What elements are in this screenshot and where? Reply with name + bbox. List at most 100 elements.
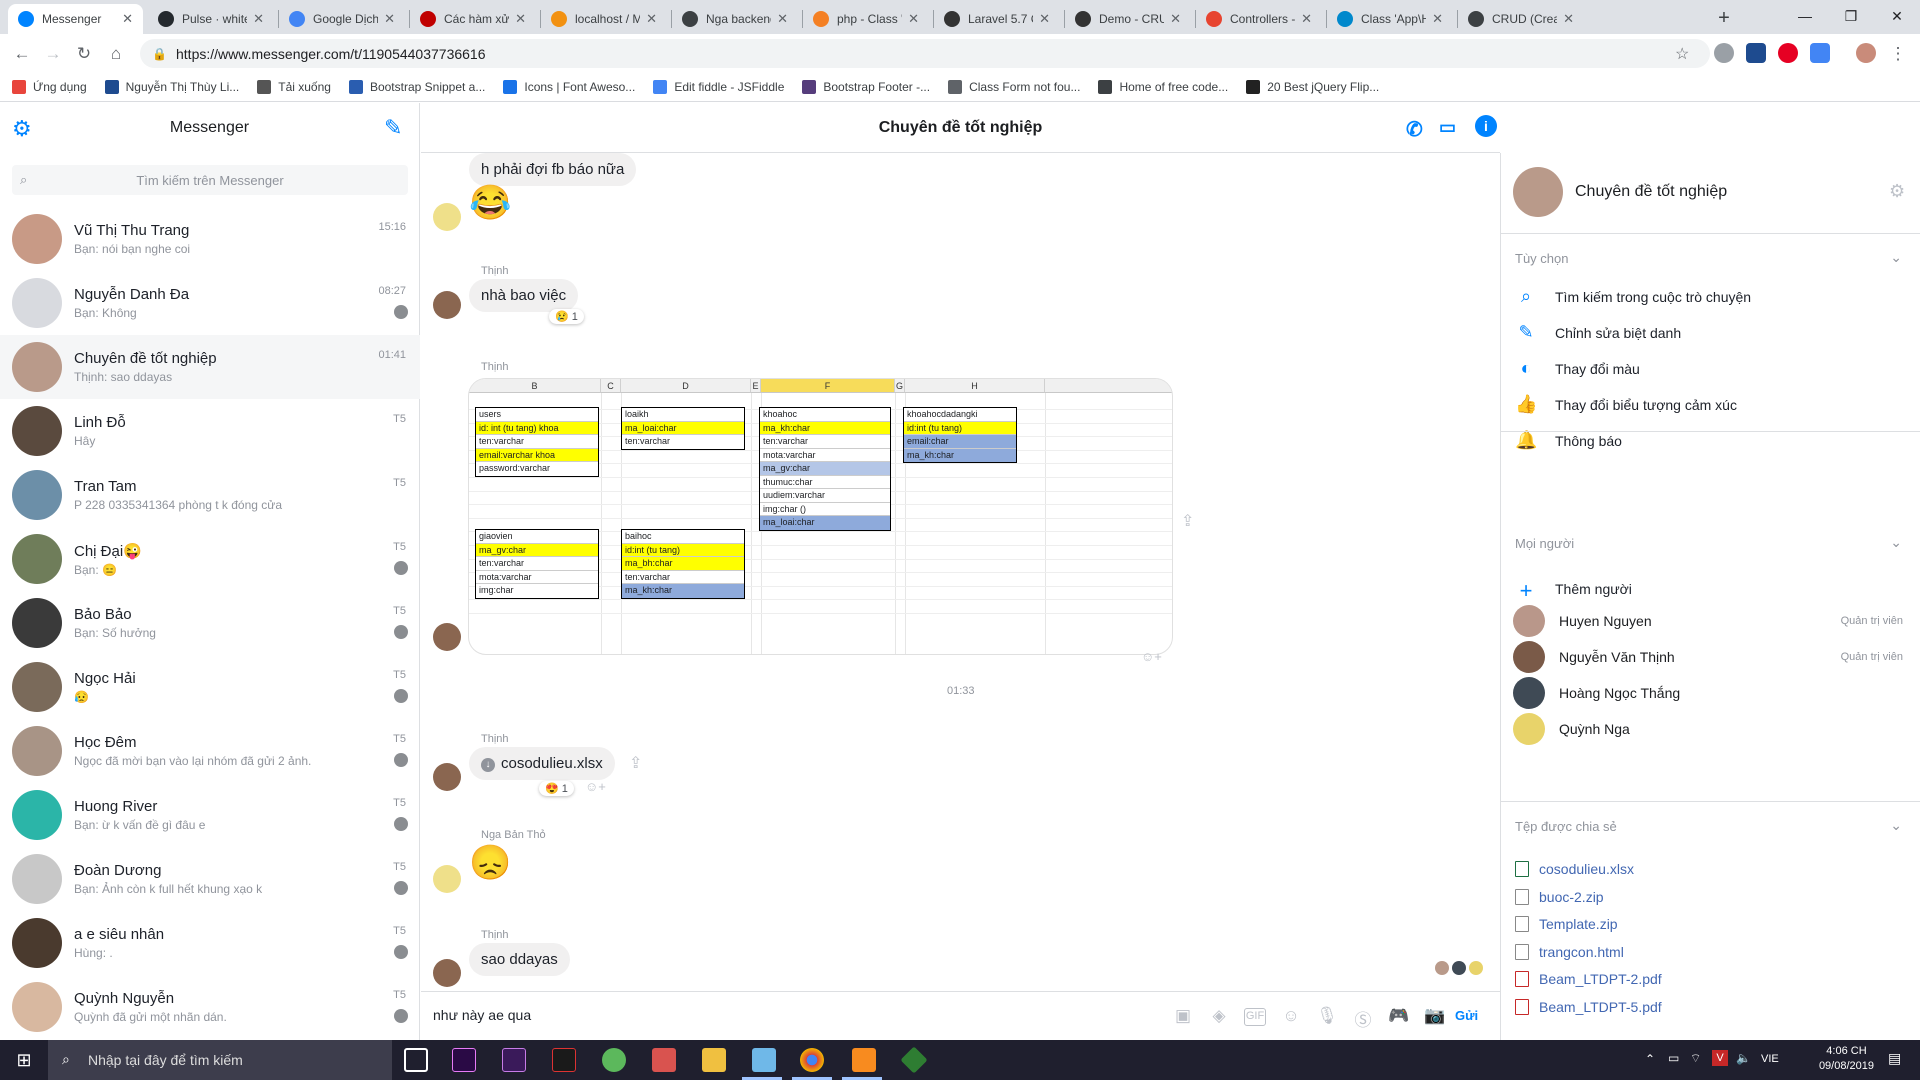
bookmark-link[interactable]: Ứng dụng xyxy=(12,79,87,94)
settings-gear-icon[interactable]: ⚙ xyxy=(12,116,36,141)
conversation-item[interactable]: Tran Tam P 228 0335341364 phòng t k đóng … xyxy=(0,463,420,527)
info-icon[interactable]: i xyxy=(1475,115,1497,137)
tab-close-icon[interactable]: ✕ xyxy=(1170,11,1181,27)
tab-close-icon[interactable]: ✕ xyxy=(1563,11,1574,27)
browser-menu-icon[interactable]: ⋮ xyxy=(1886,42,1910,66)
browser-tab[interactable]: Nga backend ✕ xyxy=(672,4,798,34)
chrome-icon[interactable] xyxy=(800,1048,824,1072)
conversation-item[interactable]: Linh Đỗ Hây T5 xyxy=(0,399,420,463)
add-reaction-icon[interactable]: ☺+ xyxy=(1141,649,1162,664)
payment-icon[interactable]: Ⓢ xyxy=(1352,1006,1374,1030)
browser-tab[interactable]: Google Dịch ✕ xyxy=(279,4,405,34)
sender-avatar[interactable] xyxy=(433,203,461,231)
conversation-item[interactable]: Chuyên đề tốt nghiệp Thịnh: sao ddayas 01:… xyxy=(0,335,420,399)
conversation-item[interactable]: Vũ Thị Thu Trang Bạn: nói bạn nghe coi 15:… xyxy=(0,207,420,271)
option-item[interactable]: ✎ Chỉnh sửa biệt danh xyxy=(1515,322,1681,344)
option-item[interactable]: ◐ Thay đổi màu xyxy=(1515,358,1640,380)
maximize-button[interactable]: ❐ xyxy=(1828,0,1874,32)
share-icon[interactable]: ⇪ xyxy=(629,753,642,773)
group-settings-gear-icon[interactable]: ⚙ xyxy=(1889,181,1905,202)
message-composer[interactable]: như này ae qua ▣ ◈ GIF ☺ 🎙 Ⓢ 🎮 📷 Gửi xyxy=(421,991,1500,1040)
bookmark-link[interactable]: Bootstrap Snippet a... xyxy=(348,79,485,94)
bookmark-star-icon[interactable]: ☆ xyxy=(1675,44,1689,64)
emoji-message[interactable]: 😂 xyxy=(469,183,511,223)
language-indicator[interactable]: VIE xyxy=(1761,1053,1779,1065)
send-button[interactable]: Gửi xyxy=(1455,1008,1478,1023)
file-attachment[interactable]: ↓ cosodulieu.xlsx xyxy=(469,747,615,780)
member-item[interactable]: Hoàng Ngọc Thắng xyxy=(1513,677,1913,709)
phpstorm-icon[interactable] xyxy=(502,1048,526,1072)
option-item[interactable]: ⌕ Tìm kiếm trong cuộc trò chuyện xyxy=(1515,286,1751,308)
chevron-down-icon[interactable]: ⌄ xyxy=(1890,249,1902,266)
bookmark-link[interactable]: Tải xuống xyxy=(257,79,331,94)
minimize-button[interactable]: — xyxy=(1782,0,1828,32)
browser-tab[interactable]: Class 'App\Htt ✕ xyxy=(1327,4,1453,34)
emoji-icon[interactable]: ☺ xyxy=(1280,1006,1302,1028)
bookmark-link[interactable]: Class Form not fou... xyxy=(948,79,1080,94)
reload-icon[interactable]: ↻ xyxy=(72,42,96,66)
spreadsheet-image[interactable]: B C D E F G Husers id: int (tu tang) khoa ten:va… xyxy=(468,378,1173,655)
conversation-item[interactable]: Nguyễn Danh Đa Bạn: Không 08:27 xyxy=(0,271,420,335)
browser-tab[interactable]: Messenger ✕ xyxy=(8,4,143,34)
shared-file-link[interactable]: buoc-2.zip xyxy=(1515,888,1604,905)
url-input[interactable]: https://www.messenger.com/t/119054403773… xyxy=(140,39,1710,68)
notification-icon[interactable]: ▤ xyxy=(1888,1050,1901,1067)
sender-avatar[interactable] xyxy=(433,763,461,791)
message-bubble[interactable]: sao ddayas xyxy=(469,943,570,976)
browser-tab[interactable]: Laravel 5.7 CR ✕ xyxy=(934,4,1060,34)
message-bubble[interactable]: h phải đợi fb báo nữa xyxy=(469,153,637,186)
chevron-down-icon[interactable]: ⌄ xyxy=(1890,817,1902,834)
profile-avatar[interactable] xyxy=(1856,43,1876,63)
browser-tab[interactable]: Pulse · whiteh ✕ xyxy=(148,4,274,34)
browser-tab[interactable]: Controllers - L ✕ xyxy=(1196,4,1322,34)
new-tab-button[interactable]: + xyxy=(1710,4,1738,32)
microphone-icon[interactable]: 🎙 xyxy=(1316,1006,1338,1028)
member-item[interactable]: Huyen Nguyen Quản trị viên xyxy=(1513,605,1913,637)
message-bubble[interactable]: nhà bao việc xyxy=(469,279,579,312)
conversation-item[interactable]: Đoàn Dương Bạn: Ảnh còn k full hết khung … xyxy=(0,847,420,911)
bookmark-link[interactable]: Bootstrap Footer -... xyxy=(802,79,930,94)
share-icon[interactable]: ⇪ xyxy=(1181,511,1194,531)
tab-close-icon[interactable]: ✕ xyxy=(908,11,919,27)
tab-close-icon[interactable]: ✕ xyxy=(1301,11,1312,27)
app-icon[interactable] xyxy=(652,1048,676,1072)
vietkey-icon[interactable]: V xyxy=(1712,1050,1728,1066)
conversation-item[interactable]: Ngọc Hải 😥 T5 xyxy=(0,655,420,719)
app-icon[interactable] xyxy=(602,1048,626,1072)
taskbar-search-input[interactable]: ⌕ Nhập tại đây để tìm kiếm xyxy=(48,1040,392,1080)
shared-file-link[interactable]: Beam_LTDPT-2.pdf xyxy=(1515,971,1662,987)
member-item[interactable]: Quỳnh Nga xyxy=(1513,713,1913,745)
sublime-icon[interactable] xyxy=(852,1048,876,1072)
conversation-item[interactable]: Chị Đại😜 Bạn: 😑 T5 xyxy=(0,527,420,591)
browser-tab[interactable]: localhost / My ✕ xyxy=(541,4,667,34)
close-window-button[interactable]: ✕ xyxy=(1874,0,1920,32)
cloud-extension-icon[interactable] xyxy=(1714,43,1734,63)
sticker-icon[interactable]: ◈ xyxy=(1208,1006,1230,1028)
sender-avatar[interactable] xyxy=(433,959,461,987)
volume-icon[interactable]: 🔈 xyxy=(1736,1051,1751,1065)
add-reaction-icon[interactable]: ☺+ xyxy=(585,779,606,794)
shared-file-link[interactable]: trangcon.html xyxy=(1515,943,1624,960)
bookmark-link[interactable]: Home of free code... xyxy=(1098,79,1228,94)
tab-close-icon[interactable]: ✕ xyxy=(253,11,264,27)
pinterest-icon[interactable] xyxy=(1778,43,1798,63)
git-icon[interactable] xyxy=(900,1046,928,1074)
conversation-item[interactable]: Quỳnh Nguyễn Quỳnh đã gửi một nhãn dán. T5 xyxy=(0,975,420,1039)
shared-file-link[interactable]: cosodulieu.xlsx xyxy=(1515,861,1634,877)
sender-avatar[interactable] xyxy=(433,623,461,651)
emoji-message[interactable]: 😞 xyxy=(469,843,511,883)
back-icon[interactable]: ← xyxy=(10,42,34,66)
messenger-search-input[interactable]: ⌕ Tìm kiếm trên Messenger xyxy=(12,165,408,195)
windows-start-icon[interactable]: ⊞ xyxy=(0,1040,48,1080)
app-icon[interactable] xyxy=(552,1048,576,1072)
sender-avatar[interactable] xyxy=(433,291,461,319)
system-clock[interactable]: 4:06 CH 09/08/2019 xyxy=(1819,1044,1874,1074)
reaction-badge[interactable]: 😢 1 xyxy=(549,309,584,324)
tab-close-icon[interactable]: ✕ xyxy=(384,11,395,27)
member-item[interactable]: Nguyễn Văn Thịnh Quản trị viên xyxy=(1513,641,1913,673)
task-view-icon[interactable] xyxy=(404,1048,428,1072)
video-call-icon[interactable]: ▭ xyxy=(1439,117,1456,138)
add-person-button[interactable]: + Thêm người xyxy=(1515,578,1632,603)
notepad-icon[interactable] xyxy=(752,1048,776,1072)
bookmark-link[interactable]: Icons | Font Aweso... xyxy=(503,79,635,94)
